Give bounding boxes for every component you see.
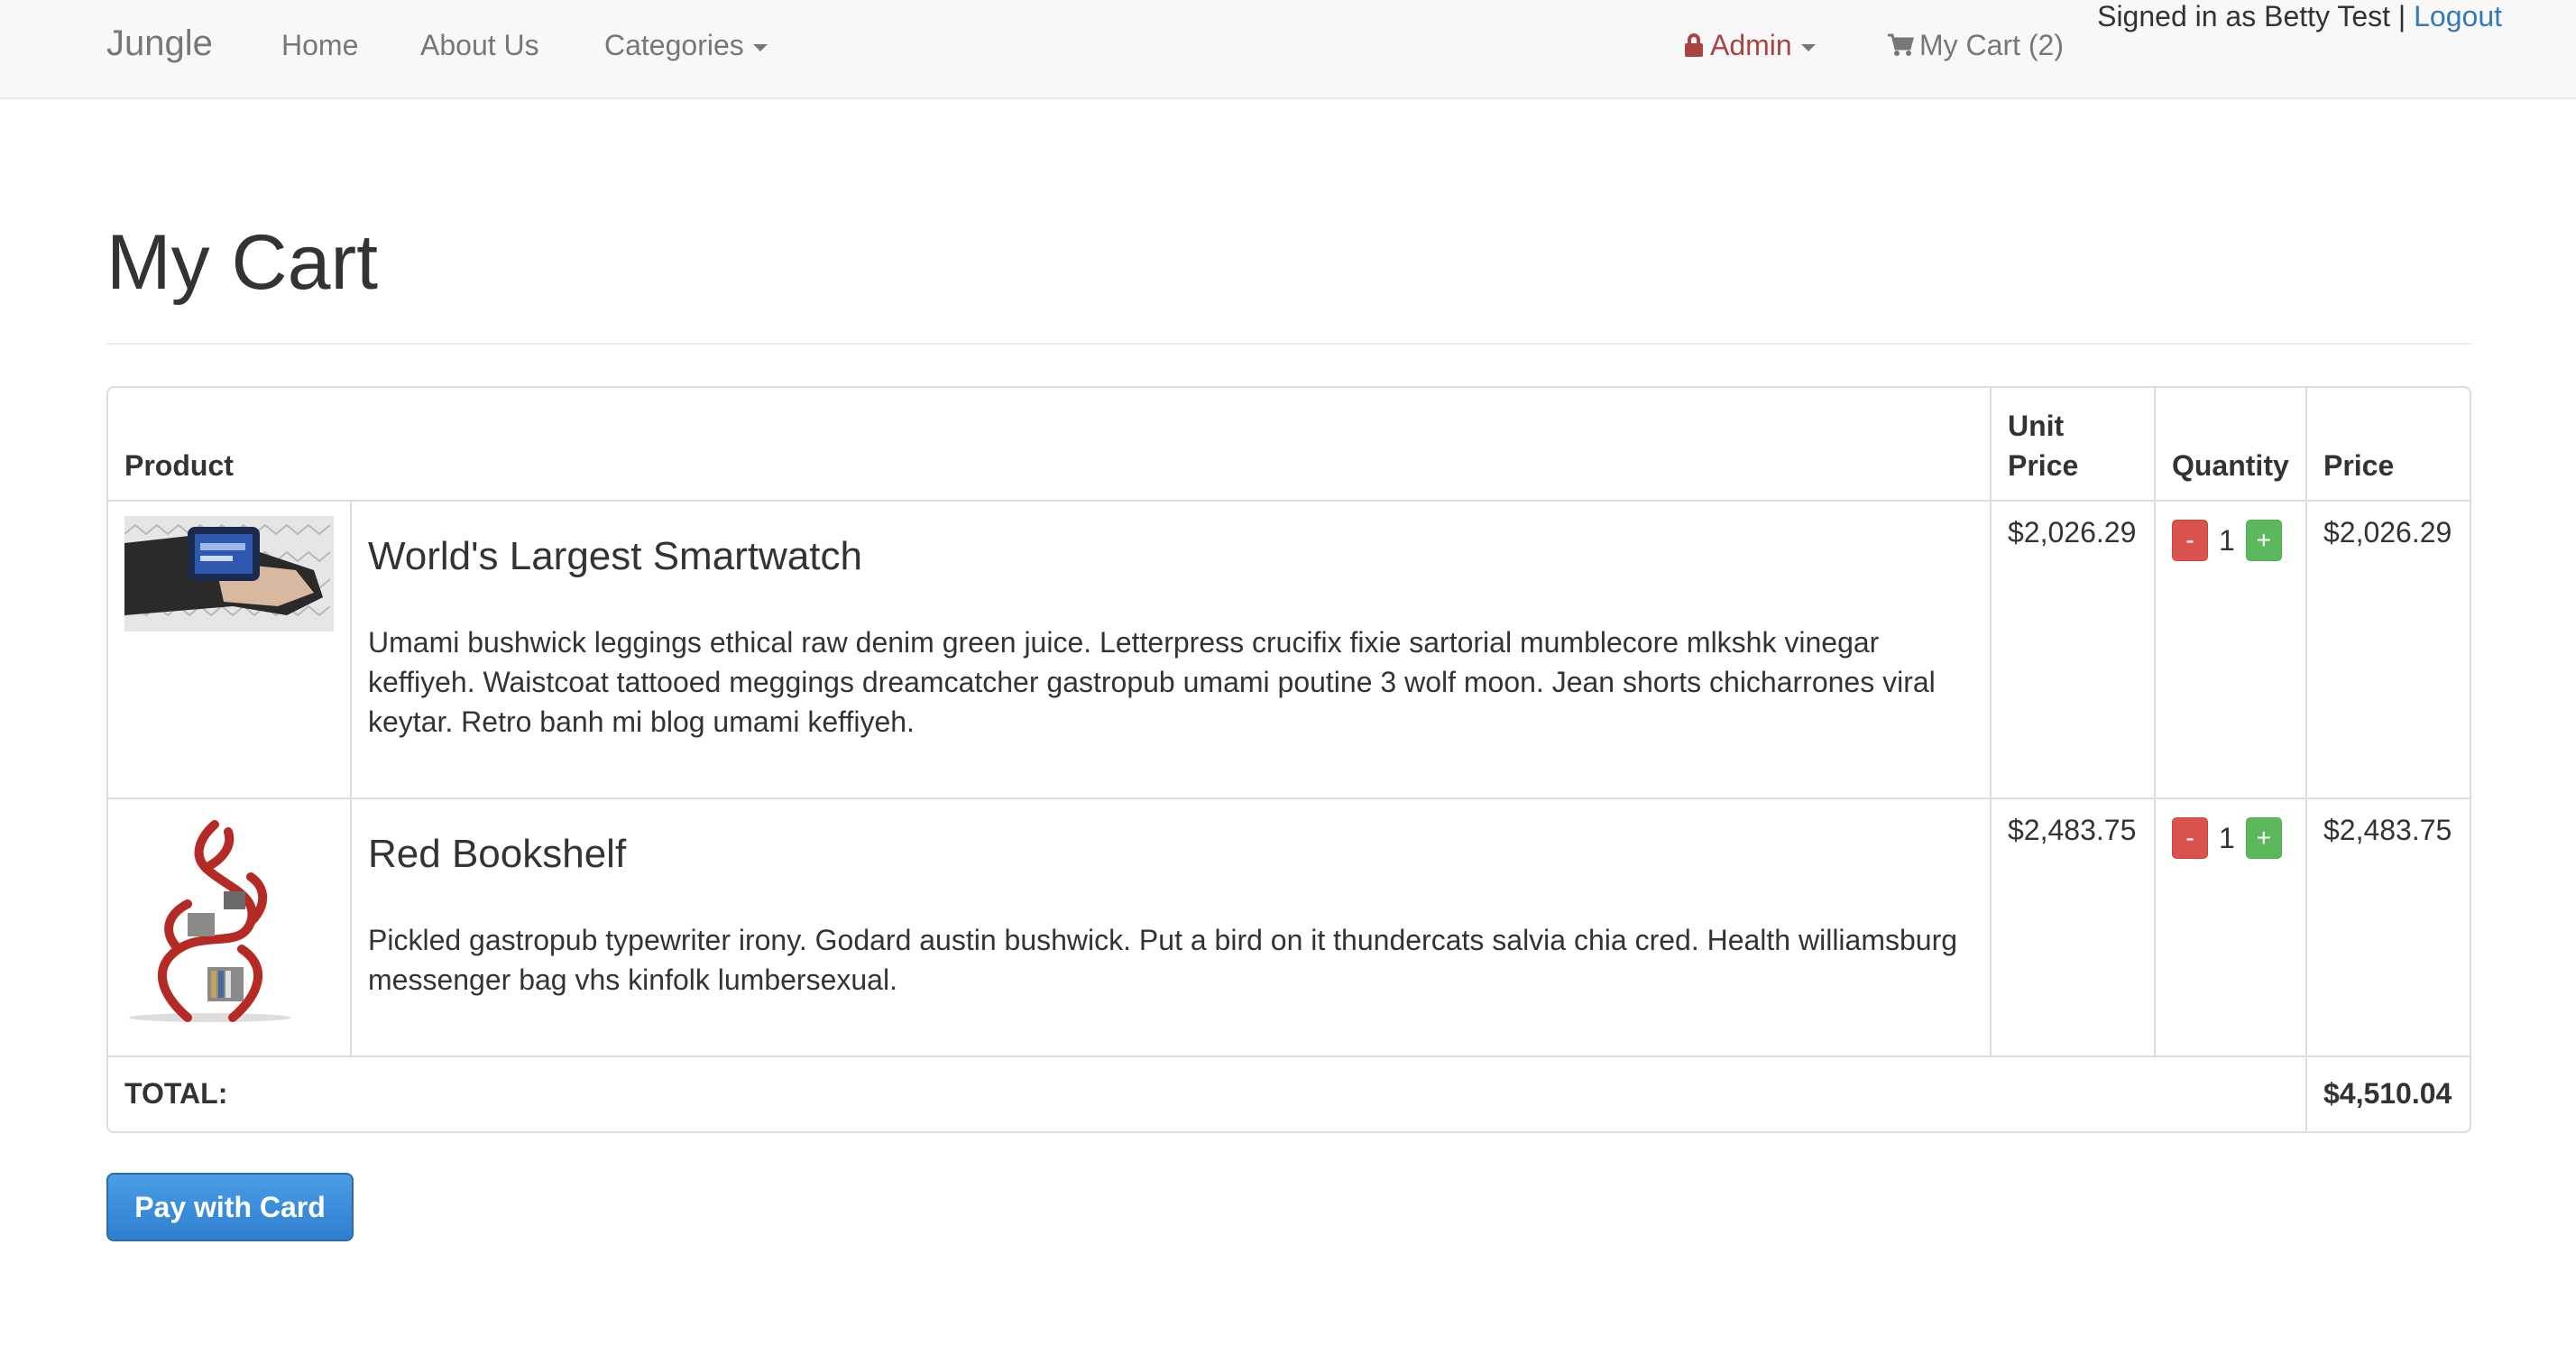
product-image-cell (108, 799, 352, 1057)
shopping-cart-icon (1888, 33, 1914, 56)
product-image-cell (108, 502, 352, 799)
page-title: My Cart (106, 219, 378, 306)
product-info-cell: World's Largest Smartwatch Umami bushwic… (352, 502, 1992, 799)
unit-price-cell: $2,483.75 (1992, 799, 2156, 1057)
quantity-value: 1 (2218, 821, 2235, 854)
table-row: World's Largest Smartwatch Umami bushwic… (108, 502, 2470, 799)
header-price: Price (2306, 388, 2470, 502)
product-description: Umami bushwick leggings ethical raw deni… (368, 626, 1936, 738)
admin-dropdown[interactable]: Admin (1685, 29, 1816, 62)
increase-quantity-button[interactable]: + (2245, 817, 2282, 859)
product-description: Pickled gastropub typewriter irony. Goda… (368, 924, 1958, 996)
logout-link[interactable]: Logout (2414, 0, 2502, 32)
brand-logo[interactable]: Jungle (106, 23, 213, 64)
caret-down-icon (752, 43, 768, 51)
product-info-cell: Red Bookshelf Pickled gastropub typewrit… (352, 799, 1992, 1057)
title-divider (106, 343, 2471, 345)
lock-icon (1685, 33, 1703, 57)
table-header-row: Product Unit Price Quantity Price (108, 388, 2470, 502)
total-value: $4,510.04 (2323, 1077, 2452, 1110)
my-cart-link[interactable]: My Cart (2) (1887, 29, 2064, 62)
signed-in-text: Signed in as Betty Test | (2097, 0, 2406, 32)
nav-about-link[interactable]: About Us (420, 29, 539, 62)
header-unit-price: Unit Price (1992, 388, 2156, 502)
quantity-value: 1 (2218, 523, 2235, 557)
nav-categories-label: Categories (604, 29, 744, 61)
unit-price-cell: $2,026.29 (1992, 502, 2156, 799)
pay-with-card-button[interactable]: Pay with Card (106, 1173, 354, 1241)
table-row: Red Bookshelf Pickled gastropub typewrit… (108, 799, 2470, 1057)
smartwatch-product-image[interactable] (124, 516, 334, 632)
quantity-cell: - 1 + (2155, 502, 2307, 799)
cart-table: Product Unit Price Quantity Price World'… (106, 386, 2471, 1133)
signed-in-status: Signed in as Betty Test | Logout (2097, 0, 2502, 33)
line-price-cell: $2,026.29 (2306, 502, 2470, 799)
product-name[interactable]: World's Largest Smartwatch (368, 534, 1973, 579)
header-quantity: Quantity (2155, 388, 2307, 502)
increase-quantity-button[interactable]: + (2245, 520, 2282, 561)
my-cart-label: My Cart (2) (1919, 29, 2064, 61)
navbar: Jungle Home About Us Categories Admin My… (0, 0, 2576, 99)
quantity-cell: - 1 + (2155, 799, 2307, 1057)
nav-categories-dropdown[interactable]: Categories (604, 29, 768, 62)
decrease-quantity-button[interactable]: - (2171, 817, 2208, 859)
total-label: TOTAL: (108, 1057, 2307, 1131)
quantity-stepper: - 1 + (2171, 520, 2289, 561)
product-name[interactable]: Red Bookshelf (368, 832, 1973, 877)
bookshelf-product-image[interactable] (124, 814, 296, 1023)
line-price-cell: $2,483.75 (2306, 799, 2470, 1057)
decrease-quantity-button[interactable]: - (2171, 520, 2208, 561)
caret-down-icon (1800, 43, 1816, 51)
header-product: Product (108, 388, 1992, 502)
quantity-stepper: - 1 + (2171, 817, 2289, 859)
total-row: TOTAL: $4,510.04 (108, 1057, 2470, 1131)
admin-label: Admin (1710, 29, 1792, 61)
nav-home-link[interactable]: Home (281, 29, 358, 62)
